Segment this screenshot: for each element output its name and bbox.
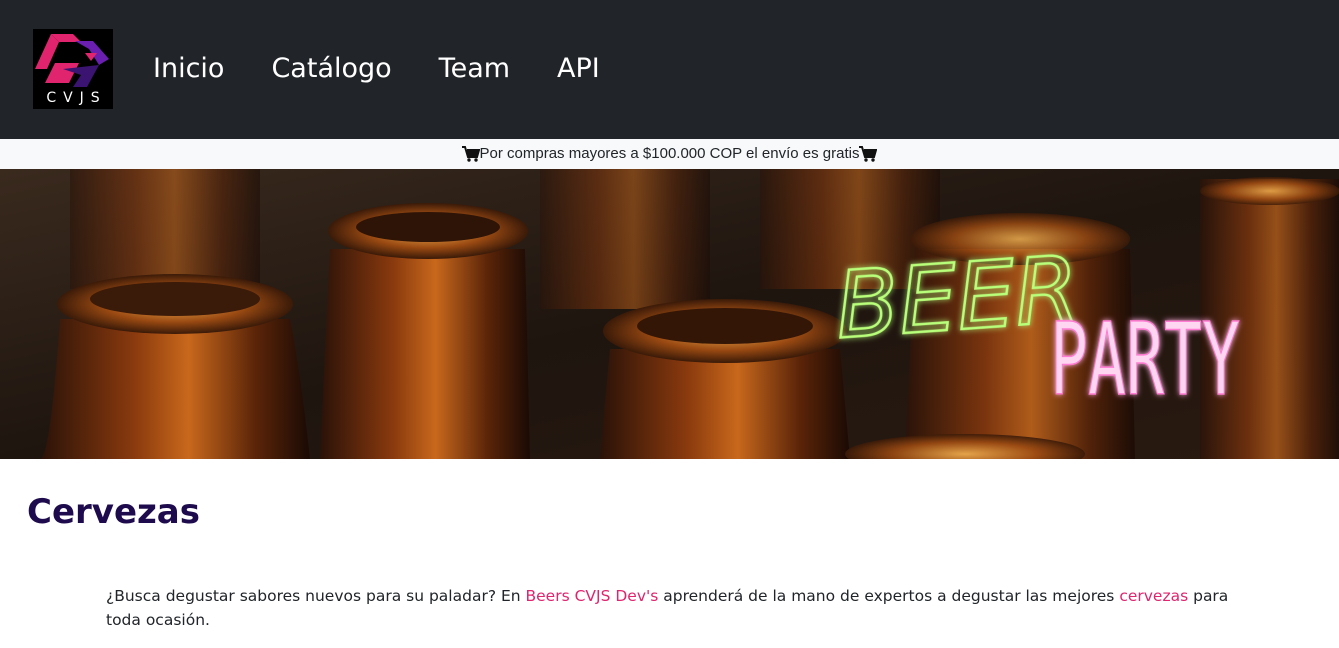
page-title: Cervezas: [27, 492, 200, 532]
promo-bar: Por compras mayores a $100.000 COP el en…: [0, 139, 1339, 169]
brand-link[interactable]: Beers CVJS Dev's: [526, 587, 659, 605]
intro-paragraph: ¿Busca degustar sabores nuevos para su p…: [106, 584, 1246, 632]
promo-text: Por compras mayores a $100.000 COP el en…: [479, 145, 860, 162]
main-nav: Inicio Catálogo Team API: [153, 49, 647, 89]
banner-beer-text: BEER: [832, 236, 1082, 360]
nav-inicio[interactable]: Inicio: [153, 49, 224, 89]
nav-api[interactable]: API: [557, 49, 600, 89]
cervezas-link[interactable]: cervezas: [1119, 587, 1188, 605]
intro-text-1: ¿Busca degustar sabores nuevos para su p…: [106, 587, 526, 605]
intro-text-2: aprenderá de la mano de expertos a degus…: [658, 587, 1120, 605]
logo-text: CVJS: [46, 90, 107, 106]
hero-banner: BEER PARTY: [0, 169, 1339, 459]
banner-party-text: PARTY: [1050, 301, 1240, 418]
brand-logo[interactable]: CVJS: [33, 29, 113, 109]
nav-team[interactable]: Team: [439, 49, 510, 89]
cart-icon: [461, 146, 480, 162]
navbar: CVJS Inicio Catálogo Team API: [0, 0, 1339, 139]
beer-bottles-image: BEER PARTY: [0, 169, 1339, 459]
cart-icon: [859, 146, 878, 162]
nav-catalogo[interactable]: Catálogo: [271, 49, 391, 89]
